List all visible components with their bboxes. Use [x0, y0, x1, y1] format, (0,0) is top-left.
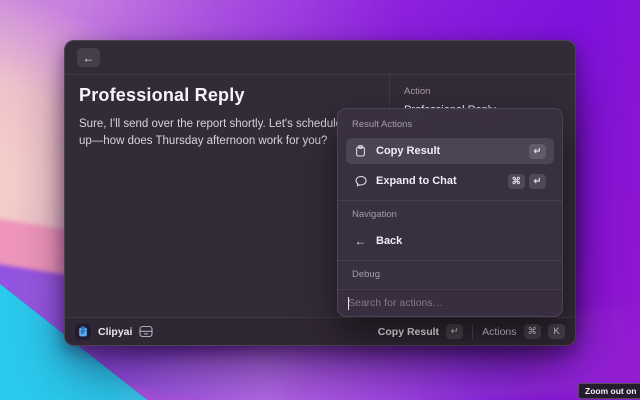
- status-bar: Clipyai Copy Result ↵ Actions ⌘ K: [65, 317, 575, 345]
- app-name: Clipyai: [98, 326, 132, 338]
- menu-item-expand-to-chat[interactable]: Expand to Chat ⌘ ↵: [346, 168, 554, 194]
- return-key-badge: ↵: [529, 144, 546, 159]
- result-text-line2: up—how does Thursday afternoon work for …: [79, 133, 375, 150]
- drawer-icon: [139, 325, 153, 338]
- return-key-badge: ↵: [446, 324, 463, 339]
- metadata-label: Action: [404, 86, 561, 97]
- section-header-navigation: Navigation: [352, 209, 554, 220]
- clipboard-logo-icon: [78, 326, 88, 337]
- action-panel-popover: Result Actions Copy Result ↵ Expand to C…: [337, 108, 563, 317]
- section-divider: [338, 200, 562, 201]
- clipyai-app-icon: [75, 324, 91, 340]
- menu-item-label: Copy Result: [376, 145, 440, 157]
- menu-item-label: Back: [376, 235, 402, 247]
- back-button[interactable]: ←: [77, 48, 100, 67]
- arrow-left-icon: ←: [354, 234, 367, 248]
- k-key-badge: K: [548, 324, 565, 339]
- section-header-result-actions: Result Actions: [352, 119, 554, 130]
- action-search-input[interactable]: [348, 297, 552, 309]
- menu-item-label: Expand to Chat: [376, 175, 457, 187]
- menu-item-back[interactable]: ← Back: [346, 228, 554, 254]
- section-header-debug: Debug: [352, 269, 554, 280]
- status-bar-divider: [472, 325, 473, 339]
- command-key-badge: ⌘: [524, 324, 542, 339]
- text-caret: [348, 297, 349, 310]
- clipboard-icon: [354, 145, 367, 157]
- actions-menu-button[interactable]: Actions: [482, 326, 516, 338]
- copy-result-button[interactable]: Copy Result: [378, 326, 439, 338]
- desktop: { "window": { "back_icon": "←", "main": …: [0, 0, 640, 400]
- status-bar-right: Copy Result ↵ Actions ⌘ K: [378, 324, 565, 339]
- action-search-bar: [338, 289, 562, 316]
- result-text-line1: Sure, I'll send over the report shortly.…: [79, 116, 375, 133]
- zoom-out-tooltip: Zoom out on: [578, 383, 640, 399]
- window-header: ←: [65, 41, 575, 75]
- return-key-badge: ↵: [529, 174, 546, 189]
- menu-item-copy-result[interactable]: Copy Result ↵: [346, 138, 554, 164]
- arrow-left-icon: ←: [83, 51, 95, 65]
- shortcut-keys: ⌘ ↵: [508, 174, 547, 189]
- page-title: Professional Reply: [79, 85, 375, 106]
- shortcut-keys: ↵: [529, 144, 546, 159]
- command-key-badge: ⌘: [508, 174, 526, 189]
- action-list: Result Actions Copy Result ↵ Expand to C…: [338, 109, 562, 289]
- section-divider: [338, 260, 562, 261]
- chat-bubble-icon: [354, 175, 367, 187]
